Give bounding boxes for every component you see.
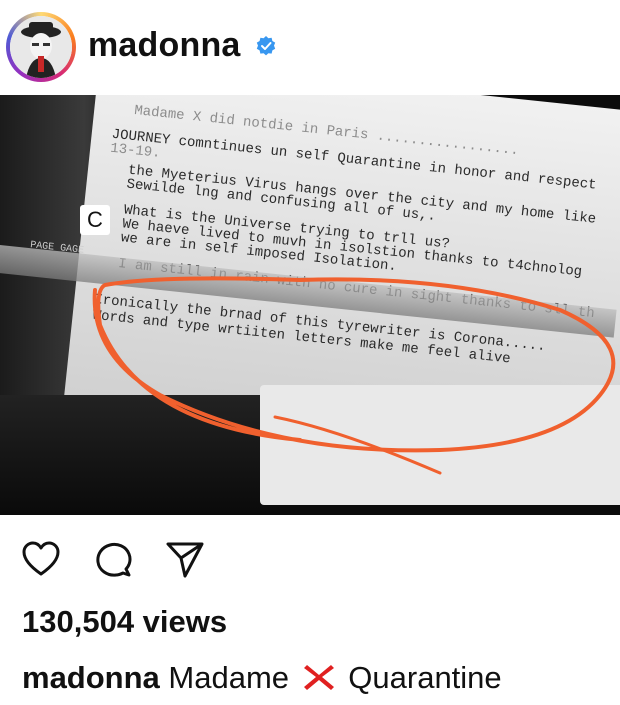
cross-mark-emoji-icon xyxy=(303,665,334,690)
orange-annotation-circle xyxy=(92,276,616,475)
post-header: madonna xyxy=(0,0,620,95)
comment-bubble-icon[interactable] xyxy=(92,538,134,580)
post-photo[interactable]: Madame X did notdie in Paris ...........… xyxy=(0,95,620,515)
caption-text: Madame xyxy=(168,660,290,695)
avatar[interactable] xyxy=(10,16,72,78)
story-ring[interactable] xyxy=(6,12,76,82)
paper-plane-icon[interactable] xyxy=(164,538,206,580)
heart-icon[interactable] xyxy=(20,538,62,580)
caption-username[interactable]: madonna xyxy=(22,660,160,695)
avatar-image xyxy=(10,16,72,78)
action-bar xyxy=(0,520,620,590)
post-username[interactable]: madonna xyxy=(88,26,241,65)
views-count[interactable]: 130,504 views xyxy=(22,604,227,640)
post-caption: madonna Madame Quarantine xyxy=(22,660,502,696)
caption-text: Quarantine xyxy=(348,660,502,695)
verified-badge-icon xyxy=(256,36,276,56)
